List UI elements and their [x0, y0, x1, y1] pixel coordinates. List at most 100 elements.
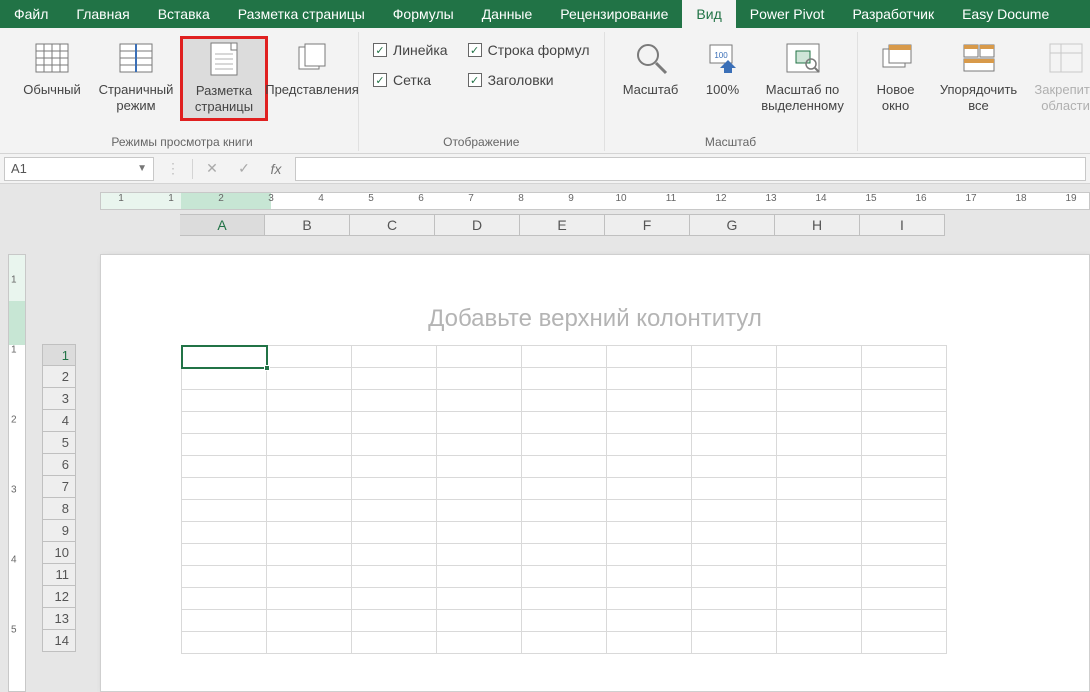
- cell-C1[interactable]: [352, 346, 437, 368]
- row-head-6[interactable]: 6: [42, 454, 76, 476]
- cell-H2[interactable]: [777, 368, 862, 390]
- cell-G10[interactable]: [692, 544, 777, 566]
- cell-F1[interactable]: [607, 346, 692, 368]
- cell-I12[interactable]: [862, 588, 947, 610]
- cell-A10[interactable]: [182, 544, 267, 566]
- cell-B4[interactable]: [267, 412, 352, 434]
- cell-F6[interactable]: [607, 456, 692, 478]
- cell-A8[interactable]: [182, 500, 267, 522]
- cell-E12[interactable]: [522, 588, 607, 610]
- cell-H6[interactable]: [777, 456, 862, 478]
- cell-I9[interactable]: [862, 522, 947, 544]
- cell-C6[interactable]: [352, 456, 437, 478]
- cell-D11[interactable]: [437, 566, 522, 588]
- zoom-selection-button[interactable]: Масштаб по выделенному: [755, 36, 851, 119]
- page-layout-view-button[interactable]: Разметка страницы: [180, 36, 268, 121]
- row-head-4[interactable]: 4: [42, 410, 76, 432]
- col-head-e[interactable]: E: [520, 214, 605, 236]
- cell-I3[interactable]: [862, 390, 947, 412]
- cell-G6[interactable]: [692, 456, 777, 478]
- formula-input[interactable]: [295, 157, 1086, 181]
- cell-I8[interactable]: [862, 500, 947, 522]
- col-head-h[interactable]: H: [775, 214, 860, 236]
- cell-E9[interactable]: [522, 522, 607, 544]
- cell-H5[interactable]: [777, 434, 862, 456]
- row-head-8[interactable]: 8: [42, 498, 76, 520]
- col-head-a[interactable]: A: [180, 214, 265, 236]
- cell-A5[interactable]: [182, 434, 267, 456]
- cell-A2[interactable]: [182, 368, 267, 390]
- cell-H13[interactable]: [777, 610, 862, 632]
- cell-D12[interactable]: [437, 588, 522, 610]
- cell-E11[interactable]: [522, 566, 607, 588]
- cell-G13[interactable]: [692, 610, 777, 632]
- cell-D1[interactable]: [437, 346, 522, 368]
- cell-A4[interactable]: [182, 412, 267, 434]
- formula-history-button[interactable]: ⋮: [160, 157, 186, 181]
- checkbox-gridlines[interactable]: Сетка: [373, 72, 448, 88]
- cell-E3[interactable]: [522, 390, 607, 412]
- row-head-14[interactable]: 14: [42, 630, 76, 652]
- cell-I1[interactable]: [862, 346, 947, 368]
- cell-B14[interactable]: [267, 632, 352, 654]
- tab-review[interactable]: Рецензирование: [546, 0, 682, 28]
- col-head-f[interactable]: F: [605, 214, 690, 236]
- cell-I5[interactable]: [862, 434, 947, 456]
- cell-H7[interactable]: [777, 478, 862, 500]
- zoom-button[interactable]: Масштаб: [611, 36, 691, 102]
- cell-A3[interactable]: [182, 390, 267, 412]
- cell-B8[interactable]: [267, 500, 352, 522]
- cell-A9[interactable]: [182, 522, 267, 544]
- tab-page-layout[interactable]: Разметка страницы: [224, 0, 379, 28]
- cell-G5[interactable]: [692, 434, 777, 456]
- cell-B10[interactable]: [267, 544, 352, 566]
- row-head-3[interactable]: 3: [42, 388, 76, 410]
- row-head-2[interactable]: 2: [42, 366, 76, 388]
- cell-F12[interactable]: [607, 588, 692, 610]
- cell-G8[interactable]: [692, 500, 777, 522]
- tab-power-pivot[interactable]: Power Pivot: [736, 0, 839, 28]
- ruler-horizontal[interactable]: 112345678910111213141516171819: [100, 192, 1090, 210]
- cell-I2[interactable]: [862, 368, 947, 390]
- tab-insert[interactable]: Вставка: [144, 0, 224, 28]
- cell-C9[interactable]: [352, 522, 437, 544]
- cell-D8[interactable]: [437, 500, 522, 522]
- col-head-i[interactable]: I: [860, 214, 945, 236]
- cell-D14[interactable]: [437, 632, 522, 654]
- cell-C2[interactable]: [352, 368, 437, 390]
- cell-H1[interactable]: [777, 346, 862, 368]
- cell-C10[interactable]: [352, 544, 437, 566]
- new-window-button[interactable]: Новое окно: [864, 36, 928, 119]
- col-head-d[interactable]: D: [435, 214, 520, 236]
- cell-B11[interactable]: [267, 566, 352, 588]
- arrange-all-button[interactable]: Упорядочить все: [932, 36, 1026, 119]
- cell-grid[interactable]: [181, 345, 1089, 654]
- freeze-panes-button[interactable]: Закрепить области: [1030, 36, 1090, 119]
- cell-D5[interactable]: [437, 434, 522, 456]
- cell-B7[interactable]: [267, 478, 352, 500]
- cell-A14[interactable]: [182, 632, 267, 654]
- cell-G12[interactable]: [692, 588, 777, 610]
- tab-easy-document[interactable]: Easy Docume: [948, 0, 1063, 28]
- page-break-view-button[interactable]: Страничный режим: [96, 36, 176, 119]
- cell-C7[interactable]: [352, 478, 437, 500]
- row-head-11[interactable]: 11: [42, 564, 76, 586]
- col-head-b[interactable]: B: [265, 214, 350, 236]
- checkbox-ruler[interactable]: Линейка: [373, 42, 448, 58]
- cell-F14[interactable]: [607, 632, 692, 654]
- cell-F8[interactable]: [607, 500, 692, 522]
- cell-B12[interactable]: [267, 588, 352, 610]
- ruler-vertical[interactable]: 1123456: [8, 254, 26, 692]
- cell-D10[interactable]: [437, 544, 522, 566]
- tab-home[interactable]: Главная: [62, 0, 143, 28]
- cell-G7[interactable]: [692, 478, 777, 500]
- cell-F5[interactable]: [607, 434, 692, 456]
- cell-G2[interactable]: [692, 368, 777, 390]
- cell-D7[interactable]: [437, 478, 522, 500]
- cell-H4[interactable]: [777, 412, 862, 434]
- cell-E13[interactable]: [522, 610, 607, 632]
- cell-A1[interactable]: [182, 346, 267, 368]
- cell-G1[interactable]: [692, 346, 777, 368]
- cell-B3[interactable]: [267, 390, 352, 412]
- cell-A7[interactable]: [182, 478, 267, 500]
